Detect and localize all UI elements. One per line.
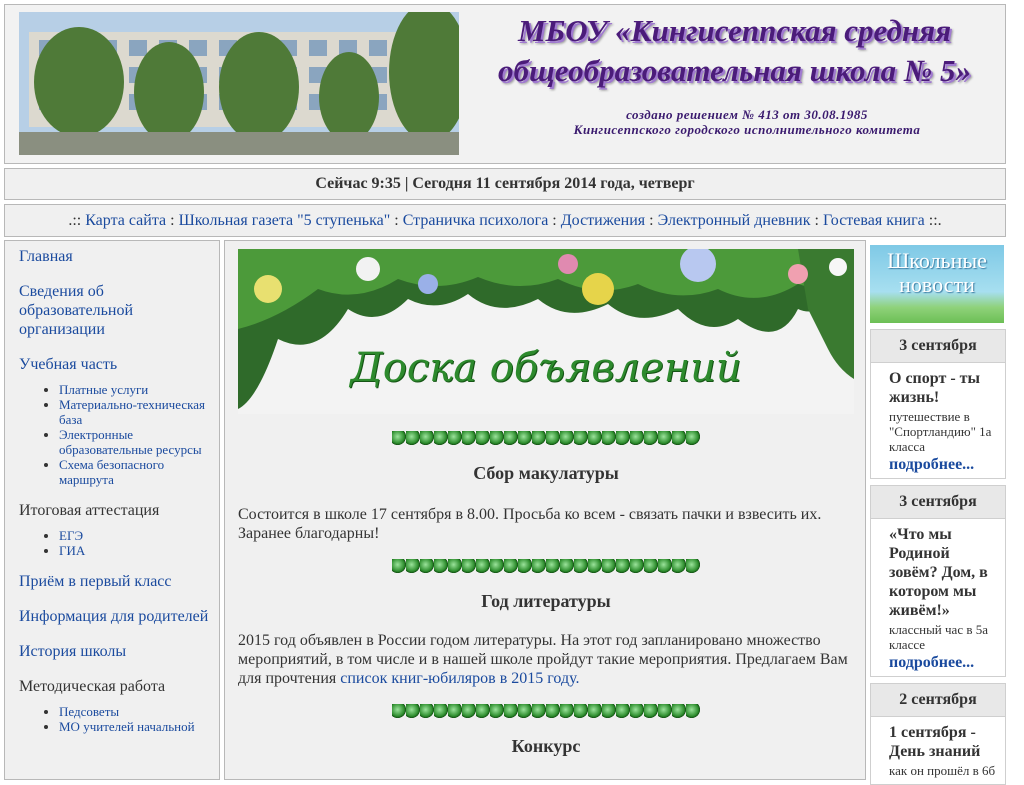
school-title: МБОУ «Кингисеппская средняя общеобразова… bbox=[498, 13, 971, 88]
school-news-banner[interactable]: Школьные новости bbox=[870, 245, 1004, 323]
nav-sitemap-link[interactable]: Карта сайта bbox=[85, 212, 166, 229]
news-date: 3 сентября bbox=[870, 329, 1006, 363]
sidebar-subitem-primary-teachers[interactable]: МО учителей начальной bbox=[59, 719, 195, 734]
sidebar-subitem-gia[interactable]: ГИА bbox=[59, 543, 85, 558]
read-more-link[interactable]: подробнее... bbox=[889, 457, 999, 473]
news-card: 1 сентября - День знаний как он прошёл в… bbox=[870, 717, 1006, 785]
news-title: Конкурс bbox=[511, 736, 581, 756]
study-submenu: Платные услуги Материально-техническая б… bbox=[19, 382, 209, 487]
school-photo bbox=[19, 12, 459, 155]
announcements-banner: Доска объявлений bbox=[238, 249, 854, 414]
news-card-text: классный час в 5а классе bbox=[889, 622, 988, 652]
divider-beads bbox=[392, 559, 700, 573]
right-sidebar: Школьные новости 3 сентября О спорт - ты… bbox=[870, 245, 1006, 785]
nav-guestbook-link[interactable]: Гостевая книга bbox=[823, 212, 925, 229]
anniversary-books-link[interactable]: список книг-юбиляров в 2015 году. bbox=[340, 670, 579, 687]
main-content: Доска объявлений Сбор макулатуры Состоит… bbox=[224, 240, 866, 780]
current-date-bar: Сейчас 9:35 | Сегодня 11 сентября 2014 г… bbox=[4, 168, 1006, 200]
school-subtitle: создано решением № 413 от 30.08.1985 Кин… bbox=[573, 107, 921, 137]
nav-e-diary-link[interactable]: Электронный дневник bbox=[658, 212, 811, 229]
news-body: 2015 год объявлен в России годом литерат… bbox=[238, 632, 848, 687]
sidebar-item-main[interactable]: Главная bbox=[19, 248, 73, 265]
news-card: О спорт - ты жизнь! путешествие в "Спорт… bbox=[870, 363, 1006, 479]
method-submenu: Педсоветы МО учителей начальной bbox=[19, 704, 209, 734]
news-title: Сбор макулатуры bbox=[473, 463, 619, 483]
news-body: Состоится в школе 17 сентября в 8.00. Пр… bbox=[238, 506, 822, 542]
nav-psychologist-link[interactable]: Страничка психолога bbox=[403, 212, 549, 229]
news-card-title: О спорт - ты жизнь! bbox=[889, 370, 980, 406]
sidebar-subitem-e-resources[interactable]: Электронные образовательные ресурсы bbox=[59, 427, 202, 457]
news-card: «Что мы Родиной зовём? Дом, в котором мы… bbox=[870, 519, 1006, 677]
sidebar-item-history[interactable]: История школы bbox=[19, 643, 126, 660]
news-date: 3 сентября bbox=[870, 485, 1006, 519]
sidebar-subitem-safe-route[interactable]: Схема безопасного маршрута bbox=[59, 457, 164, 487]
news-card-text: путешествие в "Спортландию" 1а класса bbox=[889, 409, 992, 454]
divider-beads bbox=[392, 704, 700, 718]
attestation-submenu: ЕГЭ ГИА bbox=[19, 528, 209, 558]
nav-newspaper-link[interactable]: Школьная газета "5 ступенька" bbox=[179, 212, 391, 229]
top-nav: .:: Карта сайта : Школьная газета "5 сту… bbox=[4, 204, 1006, 237]
sidebar-subitem-material-base[interactable]: Материально-техническая база bbox=[59, 397, 205, 427]
left-sidebar: Главная Сведения об образовательной орга… bbox=[4, 240, 220, 780]
news-card-title: «Что мы Родиной зовём? Дом, в котором мы… bbox=[889, 526, 988, 619]
news-card-text: как он прошёл в 6б bbox=[889, 763, 996, 778]
sidebar-subitem-councils[interactable]: Педсоветы bbox=[59, 704, 119, 719]
sidebar-item-method: Методическая работа bbox=[19, 678, 166, 695]
news-card-title: 1 сентября - День знаний bbox=[889, 724, 981, 760]
sidebar-item-study[interactable]: Учебная часть bbox=[19, 356, 117, 373]
sidebar-item-parents[interactable]: Информация для родителей bbox=[19, 608, 208, 625]
sidebar-subitem-ege[interactable]: ЕГЭ bbox=[59, 528, 83, 543]
sidebar-item-attestation: Итоговая аттестация bbox=[19, 502, 160, 519]
divider-beads bbox=[392, 431, 700, 445]
read-more-link[interactable]: подробнее... bbox=[889, 655, 999, 671]
news-title: Год литературы bbox=[481, 591, 611, 611]
sidebar-item-org-info[interactable]: Сведения об образовательной организации bbox=[19, 283, 133, 338]
banner-title: Доска объявлений bbox=[350, 345, 742, 391]
nav-achievements-link[interactable]: Достижения bbox=[561, 212, 645, 229]
site-header: МБОУ «Кингисеппская средняя общеобразова… bbox=[4, 4, 1006, 164]
sidebar-item-first-grade[interactable]: Приём в первый класс bbox=[19, 573, 172, 590]
sidebar-subitem-paid-services[interactable]: Платные услуги bbox=[59, 382, 148, 397]
news-date: 2 сентября bbox=[870, 683, 1006, 717]
